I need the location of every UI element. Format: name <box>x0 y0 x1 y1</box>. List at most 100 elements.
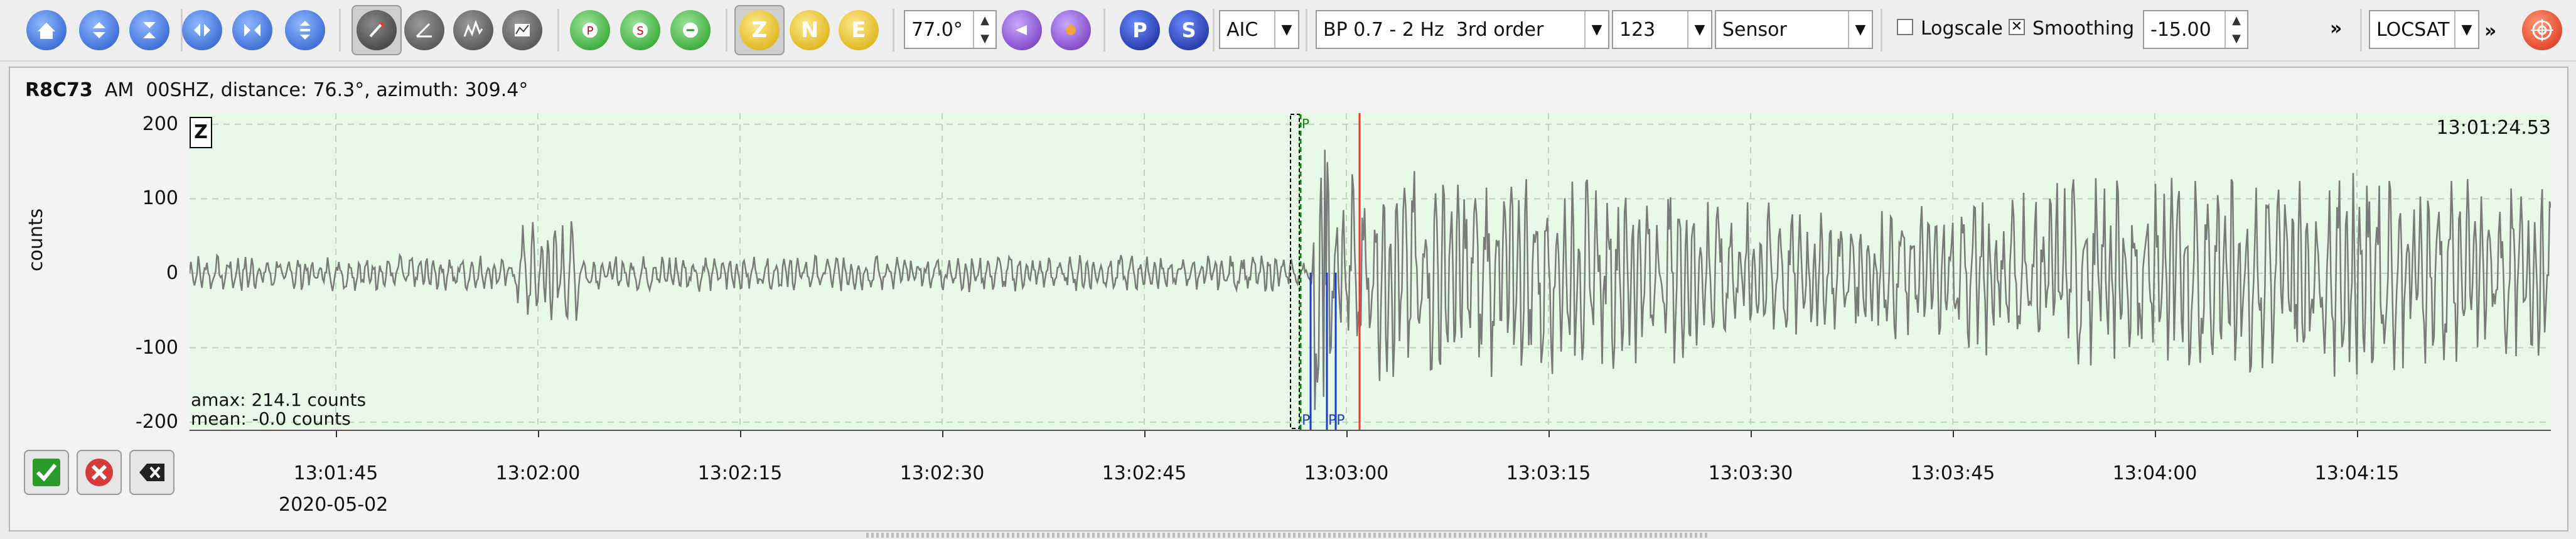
angle-tool-icon[interactable] <box>404 10 444 50</box>
logscale-label: Logscale <box>1921 18 2003 40</box>
reject-button[interactable] <box>77 450 122 495</box>
check-icon <box>33 459 60 486</box>
filter-value: BP 0.7 - 2 Hz 3rd order <box>1323 18 1544 41</box>
x-tick-label: 13:02:15 <box>697 462 783 484</box>
component-n-label: N <box>800 18 819 43</box>
accept-button[interactable] <box>24 450 69 495</box>
phase-s-icon[interactable]: S <box>1169 10 1209 50</box>
filter-order-combo[interactable]: 123 ▼ <box>1612 10 1712 49</box>
locator-combo[interactable]: LOCSAT ▼ <box>2369 10 2479 49</box>
svg-text:P: P <box>587 24 594 38</box>
x-tick-label: 13:04:00 <box>2112 462 2198 484</box>
pick-label: PP <box>1328 413 1345 428</box>
x-axis-line <box>190 430 2551 431</box>
smoothing-value-spinbox[interactable]: -15.00 ▲ ▼ <box>2143 10 2248 49</box>
svg-text:S: S <box>636 24 643 38</box>
component-z-label: Z <box>751 18 768 43</box>
smoothing-checkbox[interactable]: ✕ <box>2009 19 2025 35</box>
exit-button[interactable] <box>129 450 174 495</box>
component-n-icon[interactable]: N <box>790 10 830 50</box>
smoothing-label: Smoothing <box>2032 18 2135 40</box>
relocate-target-icon[interactable] <box>2522 10 2562 50</box>
y-tick-label: -100 <box>135 336 178 359</box>
chevron-down-icon: ▼ <box>1274 11 1298 48</box>
chevron-down-icon: ▼ <box>1848 11 1872 48</box>
pick-tool-icon[interactable] <box>357 10 397 50</box>
separator <box>893 9 894 52</box>
separator <box>1881 9 1882 52</box>
logscale-checkbox[interactable] <box>1897 19 1913 35</box>
zoom-out-vertical-icon[interactable] <box>129 10 169 50</box>
particle-motion-icon[interactable] <box>1051 10 1091 50</box>
trace-header: R8C73 AM 00SHZ, distance: 76.3°, azimuth… <box>25 79 528 101</box>
chevron-down-icon: ▼ <box>2454 11 2478 48</box>
pick-uncertainty-box[interactable] <box>1290 114 1300 429</box>
separator <box>1306 9 1307 52</box>
spectrogram-tool-icon[interactable] <box>502 10 542 50</box>
y-tick-label: 0 <box>166 261 178 284</box>
mean-readout: mean: -0.0 counts <box>191 408 351 429</box>
unit-mode-combo[interactable]: Sensor ▼ <box>1715 10 1873 49</box>
x-tick-label: 13:03:00 <box>1304 462 1389 484</box>
spectrum-tool-icon[interactable] <box>453 10 493 50</box>
toolbar-overflow-button[interactable]: » <box>2330 18 2342 40</box>
theoretical-pick-label: P <box>1302 116 1309 131</box>
chevron-down-icon: ▼ <box>1584 11 1608 48</box>
x-tick-label: 13:04:15 <box>2314 462 2400 484</box>
trace-start-time: 13:01:24.53 <box>2436 117 2551 139</box>
resize-handle[interactable] <box>866 533 1707 538</box>
filter-combo[interactable]: BP 0.7 - 2 Hz 3rd order ▼ <box>1316 10 1609 49</box>
phase-s-label: S <box>1181 18 1196 42</box>
separator <box>2360 9 2362 52</box>
home-icon[interactable] <box>26 10 67 50</box>
separator <box>1213 9 1215 52</box>
toolbar: P S Z N E 77.0° ▲ ▼ P S AIC ▼ BP 0.7 - 2 … <box>0 0 2576 62</box>
smoothing-value: -15.00 <box>2150 18 2211 41</box>
waveform-plot[interactable]: P PP P <box>190 113 2551 430</box>
y-axis-label: counts <box>25 208 47 271</box>
exit-icon <box>139 464 164 481</box>
waveform-trace <box>190 150 2551 410</box>
zoom-out-horizontal-icon[interactable] <box>232 10 272 50</box>
phase-p-label: P <box>1132 18 1147 42</box>
amax-readout: amax: 214.1 counts <box>191 389 367 410</box>
locator-value: LOCSAT <box>2376 18 2450 41</box>
x-tick-label: 13:01:45 <box>293 462 378 484</box>
y-tick-label: -200 <box>135 411 178 433</box>
zoom-in-horizontal-icon[interactable] <box>182 10 222 50</box>
rotate-icon[interactable] <box>1002 10 1042 50</box>
phase-p-icon[interactable]: P <box>1120 10 1160 50</box>
component-indicator: Z <box>190 117 212 148</box>
network-code: AM <box>104 79 134 101</box>
x-tick-label: 13:02:00 <box>495 462 581 484</box>
align-origin-icon[interactable] <box>670 10 711 50</box>
x-tick-label: 13:02:30 <box>899 462 985 484</box>
y-tick-label: 100 <box>142 187 178 210</box>
filter-order-value: 123 <box>1619 18 1656 41</box>
station-code: R8C73 <box>25 79 93 101</box>
toolbar-overflow-button-2[interactable]: » <box>2484 20 2496 42</box>
chevron-down-icon: ▼ <box>1687 11 1711 48</box>
reset-zoom-icon[interactable] <box>285 10 325 50</box>
zoom-in-vertical-icon[interactable] <box>79 10 119 50</box>
pick-method-combo[interactable]: AIC ▼ <box>1219 10 1299 49</box>
pick-label: P <box>1302 413 1310 428</box>
close-icon <box>85 459 113 486</box>
separator <box>1103 9 1105 52</box>
separator <box>557 9 559 52</box>
waveform-canvas[interactable]: P PPP <box>190 113 2551 430</box>
separator <box>339 9 341 52</box>
date-label: 2020-05-02 <box>279 494 389 516</box>
y-tick-label: 200 <box>142 112 178 135</box>
component-e-icon[interactable]: E <box>839 10 879 50</box>
component-z-icon[interactable]: Z <box>739 10 780 50</box>
pick-method-value: AIC <box>1226 18 1258 41</box>
align-p-icon[interactable]: P <box>570 10 610 50</box>
component-e-label: E <box>851 18 866 43</box>
align-s-icon[interactable]: S <box>620 10 660 50</box>
rotation-angle-spinbox[interactable]: 77.0° ▲ ▼ <box>904 10 997 49</box>
separator <box>726 9 727 52</box>
rotation-angle-value: 77.0° <box>911 18 963 41</box>
unit-mode-value: Sensor <box>1722 18 1787 41</box>
x-tick-label: 13:03:30 <box>1708 462 1793 484</box>
